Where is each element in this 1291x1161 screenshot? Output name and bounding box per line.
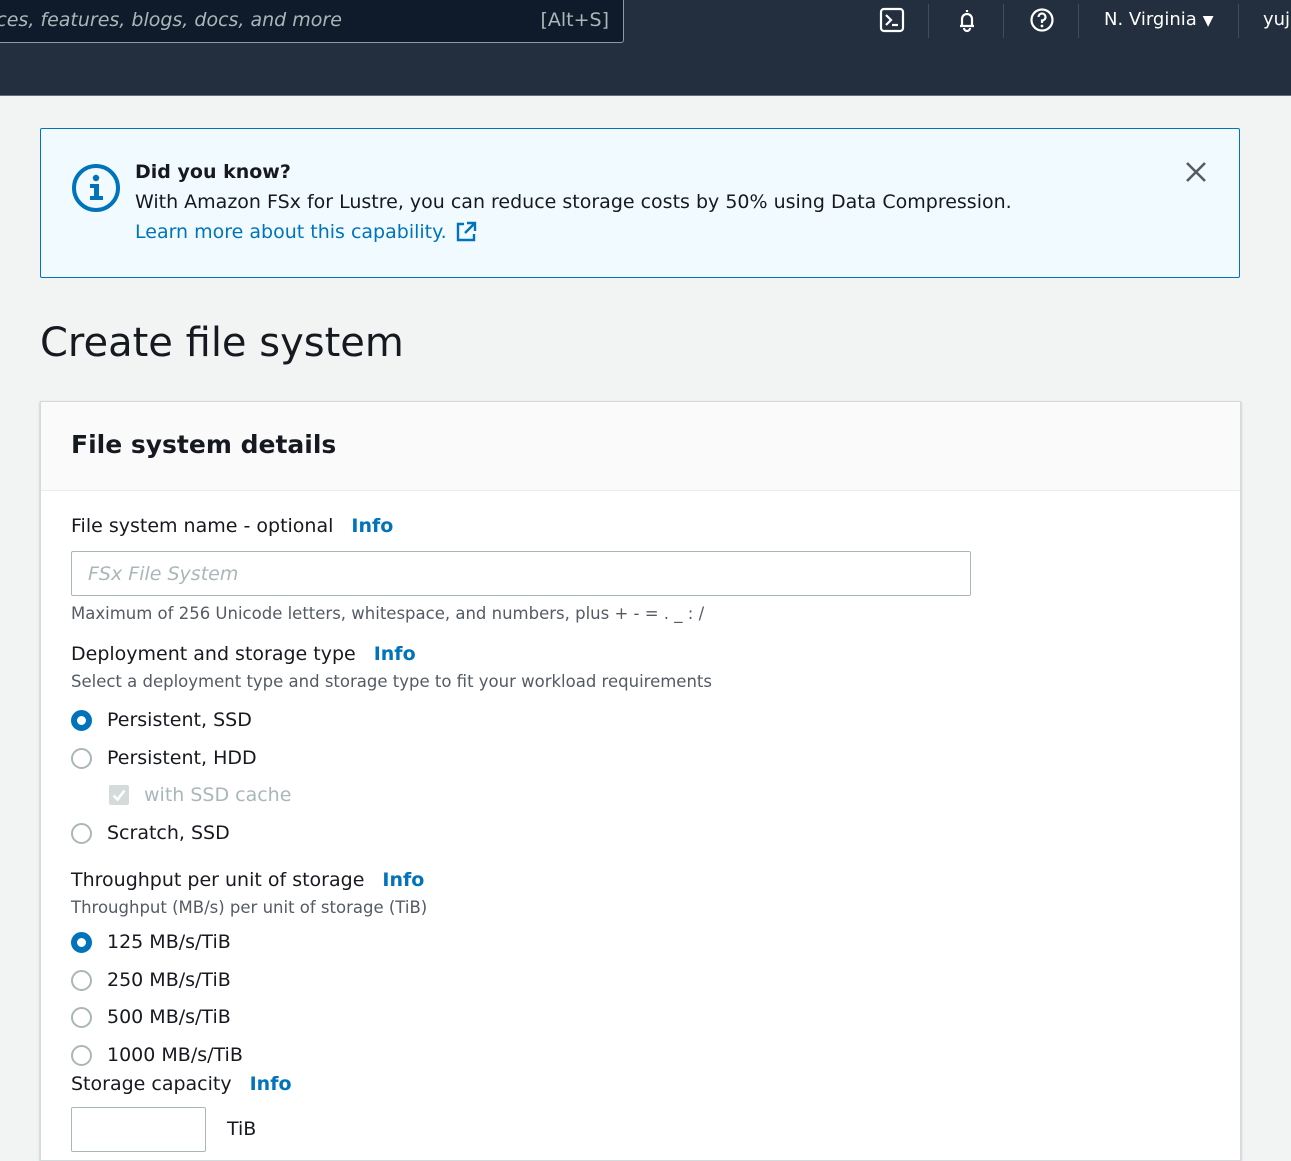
file-system-name-info-link[interactable]: Info <box>351 515 393 537</box>
search-placeholder: ices, features, blogs, docs, and more <box>0 9 342 31</box>
checkmark-icon <box>112 789 126 802</box>
banner-message: With Amazon FSx for Lustre, you can redu… <box>135 191 1012 213</box>
radio-label: 1000 MB/s/TiB <box>107 1044 243 1066</box>
learn-more-link-label: Learn more about this capability. <box>135 221 447 243</box>
external-link-icon <box>456 221 476 242</box>
checkbox-with-ssd-cache: with SSD cache <box>109 784 291 806</box>
nav-divider <box>928 4 929 38</box>
radio-button[interactable] <box>71 822 92 844</box>
user-menu[interactable]: yuji <box>1263 9 1291 30</box>
info-circle-icon <box>71 163 121 217</box>
file-system-name-label: File system name - optional Info <box>71 515 393 537</box>
notifications-bell-icon[interactable] <box>953 6 981 34</box>
radio-scratch-ssd[interactable]: Scratch, SSD <box>71 822 230 844</box>
file-system-name-input[interactable] <box>71 551 971 596</box>
search-input[interactable]: ices, features, blogs, docs, and more [A… <box>0 0 624 43</box>
throughput-description: Throughput (MB/s) per unit of storage (T… <box>71 898 428 917</box>
storage-capacity-info-link[interactable]: Info <box>250 1073 292 1095</box>
region-label: N. Virginia <box>1104 9 1197 30</box>
file-system-details-panel: File system details File system name - o… <box>40 401 1241 1161</box>
radio-button[interactable] <box>71 747 92 769</box>
storage-capacity-label-text: Storage capacity <box>71 1073 232 1095</box>
caret-down-icon: ▼ <box>1202 13 1214 29</box>
file-system-name-label-text: File system name - optional <box>71 515 334 537</box>
nav-divider <box>1003 4 1004 38</box>
radio-label: Scratch, SSD <box>107 822 230 844</box>
radio-throughput-250[interactable]: 250 MB/s/TiB <box>71 969 231 991</box>
throughput-label: Throughput per unit of storage Info <box>71 869 424 891</box>
close-icon[interactable] <box>1185 161 1207 187</box>
radio-throughput-500[interactable]: 500 MB/s/TiB <box>71 1006 231 1028</box>
radio-button[interactable] <box>71 1006 92 1028</box>
radio-persistent-hdd[interactable]: Persistent, HDD <box>71 747 257 769</box>
page-title: Create file system <box>40 320 404 366</box>
storage-capacity-unit: TiB <box>227 1118 257 1140</box>
search-shortcut-hint: [Alt+S] <box>540 9 609 31</box>
radio-throughput-125[interactable]: 125 MB/s/TiB <box>71 931 231 953</box>
deployment-type-description: Select a deployment type and storage typ… <box>71 672 712 691</box>
throughput-label-text: Throughput per unit of storage <box>71 869 365 891</box>
file-system-name-hint: Maximum of 256 Unicode letters, whitespa… <box>71 604 705 623</box>
deployment-type-label-text: Deployment and storage type <box>71 643 356 665</box>
deployment-type-label: Deployment and storage type Info <box>71 643 416 665</box>
region-selector[interactable]: N. Virginia ▼ <box>1104 9 1214 30</box>
deployment-type-info-link[interactable]: Info <box>374 643 416 665</box>
banner-title: Did you know? <box>135 161 291 183</box>
panel-title: File system details <box>71 430 337 459</box>
did-you-know-banner: Did you know? With Amazon FSx for Lustre… <box>40 128 1240 278</box>
radio-label: 250 MB/s/TiB <box>107 969 231 991</box>
storage-capacity-input[interactable] <box>71 1107 206 1152</box>
checkbox-checked-disabled <box>109 785 129 805</box>
radio-button-checked[interactable] <box>71 931 92 953</box>
top-navigation: ices, features, blogs, docs, and more [A… <box>0 0 1291 96</box>
storage-capacity-label: Storage capacity Info <box>71 1073 292 1095</box>
help-icon[interactable] <box>1028 6 1056 34</box>
radio-button-checked[interactable] <box>71 709 92 731</box>
radio-label: Persistent, SSD <box>107 709 252 731</box>
cloudshell-icon[interactable] <box>878 6 906 34</box>
radio-label: Persistent, HDD <box>107 747 257 769</box>
radio-button[interactable] <box>71 969 92 991</box>
throughput-info-link[interactable]: Info <box>382 869 424 891</box>
nav-divider <box>1238 4 1239 38</box>
checkbox-label: with SSD cache <box>144 784 292 806</box>
radio-label: 125 MB/s/TiB <box>107 931 231 953</box>
radio-label: 500 MB/s/TiB <box>107 1006 231 1028</box>
learn-more-link[interactable]: Learn more about this capability. <box>135 221 477 243</box>
nav-divider <box>1078 4 1079 38</box>
panel-header: File system details <box>41 402 1240 491</box>
radio-button[interactable] <box>71 1044 92 1066</box>
radio-persistent-ssd[interactable]: Persistent, SSD <box>71 709 252 731</box>
radio-throughput-1000[interactable]: 1000 MB/s/TiB <box>71 1044 243 1066</box>
